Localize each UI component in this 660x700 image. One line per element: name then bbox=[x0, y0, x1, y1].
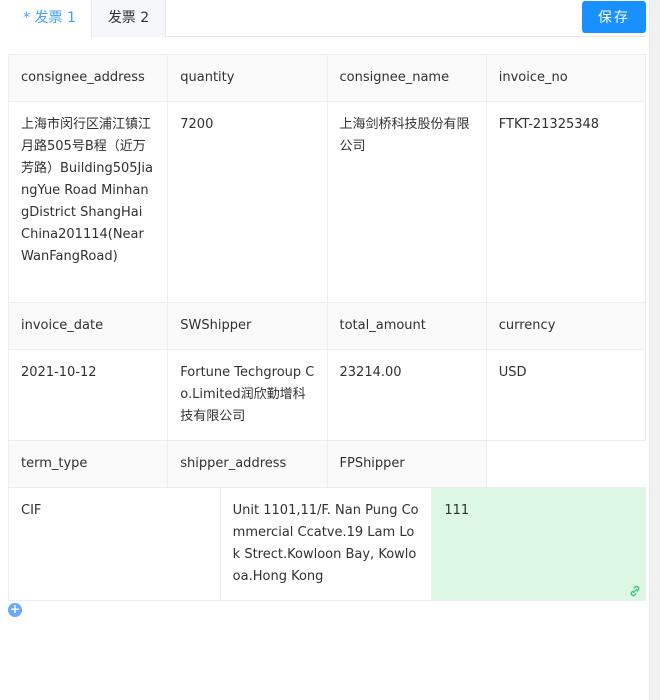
consignee-address-cell[interactable]: 上海市闵行区浦江镇江月路505号B程（近万芳路）Building505Jiang… bbox=[9, 102, 169, 303]
fp-shipper-value: 111 bbox=[444, 503, 470, 518]
invoice-grid: consignee_address quantity consignee_nam… bbox=[8, 54, 647, 601]
header-currency: currency bbox=[486, 303, 646, 350]
data-row: 上海市闵行区浦江镇江月路505号B程（近万芳路）Building505Jiang… bbox=[9, 102, 646, 303]
link-icon[interactable] bbox=[628, 584, 642, 598]
header-fp-shipper: FPShipper bbox=[327, 441, 487, 488]
header-row: consignee_address quantity consignee_nam… bbox=[9, 55, 646, 102]
scrollbar-track[interactable] bbox=[649, 0, 660, 700]
header-term-type: term_type bbox=[9, 441, 169, 488]
invoice-date-cell[interactable]: 2021-10-12 bbox=[9, 350, 169, 441]
quantity-cell[interactable]: 7200 bbox=[168, 102, 328, 303]
invoice-no-cell[interactable]: FTKT-21325348 bbox=[486, 102, 646, 303]
add-row-button[interactable]: + bbox=[8, 603, 22, 617]
tab-bar: * 发票 1 发票 2 bbox=[8, 0, 646, 37]
data-row: 2021-10-12 Fortune Techgroup Co.Limited润… bbox=[9, 350, 646, 441]
currency-cell[interactable]: USD bbox=[486, 350, 646, 441]
sw-shipper-cell[interactable]: Fortune Techgroup Co.Limited润欣勤增科技有限公司 bbox=[168, 350, 328, 441]
fp-shipper-cell[interactable]: 111 bbox=[432, 488, 647, 601]
term-type-cell[interactable]: CIF bbox=[9, 488, 221, 601]
header-empty bbox=[486, 441, 646, 488]
consignee-name-cell[interactable]: 上海剑桥科技股份有限公司 bbox=[327, 102, 487, 303]
header-sw-shipper: SWShipper bbox=[168, 303, 328, 350]
header-quantity: quantity bbox=[168, 55, 328, 102]
header-consignee-address: consignee_address bbox=[9, 55, 169, 102]
header-total-amount: total_amount bbox=[327, 303, 487, 350]
tab-invoice-2[interactable]: 发票 2 bbox=[91, 0, 166, 37]
shipper-address-cell[interactable]: Unit 1101,11/F. Nan Pung Commercial Ccat… bbox=[220, 488, 433, 601]
header-row: invoice_date SWShipper total_amount curr… bbox=[9, 303, 646, 350]
data-row: CIF Unit 1101,11/F. Nan Pung Commercial … bbox=[9, 488, 647, 601]
header-shipper-address: shipper_address bbox=[168, 441, 328, 488]
header-invoice-no: invoice_no bbox=[486, 55, 646, 102]
tab-invoice-1[interactable]: * 发票 1 bbox=[8, 0, 91, 37]
total-amount-cell[interactable]: 23214.00 bbox=[327, 350, 487, 441]
header-consignee-name: consignee_name bbox=[327, 55, 487, 102]
save-button[interactable]: 保存 bbox=[582, 1, 646, 33]
header-invoice-date: invoice_date bbox=[9, 303, 169, 350]
header-row: term_type shipper_address FPShipper bbox=[9, 441, 646, 488]
